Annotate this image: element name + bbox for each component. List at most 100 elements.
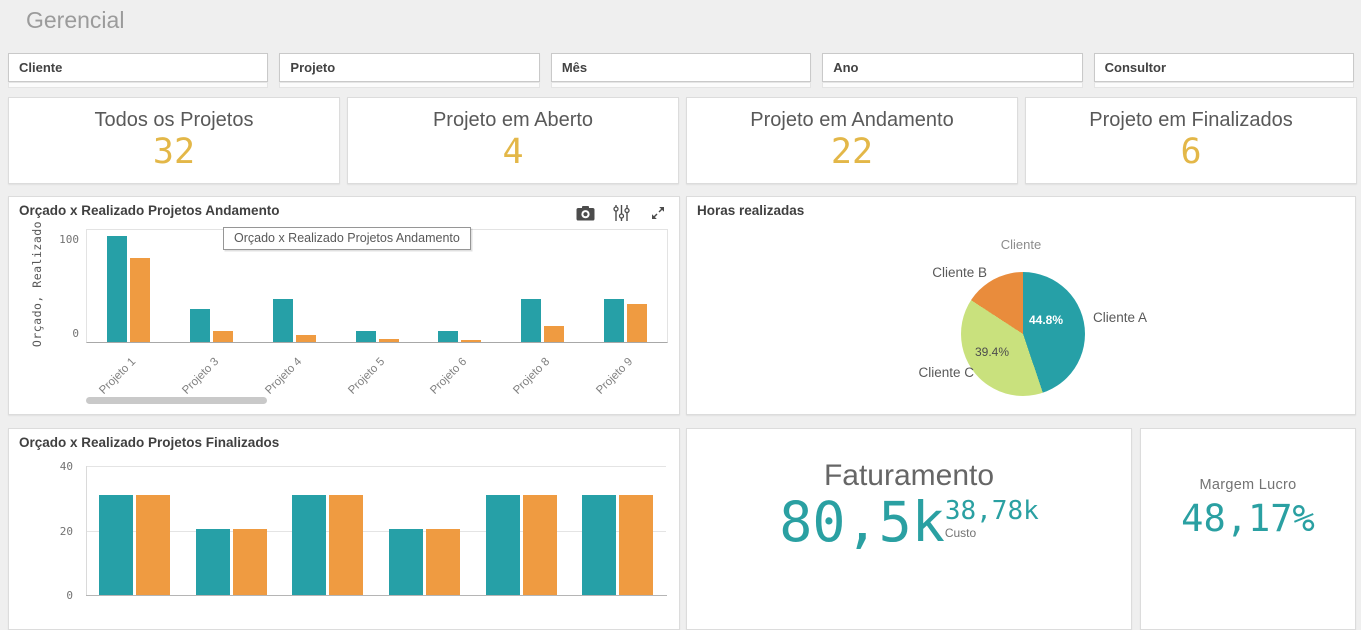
bar-orçado[interactable] [356, 331, 376, 342]
x-axis-labels: Projeto 1Projeto 3Projeto 4Projeto 5 Proj… [86, 345, 666, 401]
chart-tooltip: Orçado x Realizado Projetos Andamento [223, 227, 471, 250]
chart-title: Horas realizadas [697, 203, 804, 218]
pie-slice-label-cliente-c: Cliente C [687, 365, 974, 380]
bar-realizado[interactable] [461, 340, 481, 342]
y-tick-20: 20 [39, 525, 73, 538]
bar-realizado[interactable] [296, 335, 316, 342]
kpi-projeto-andamento: Projeto em Andamento 22 [686, 97, 1018, 184]
filter-mes[interactable]: Mês [551, 53, 811, 88]
filter-consultor[interactable]: Consultor [1094, 53, 1354, 88]
camera-icon[interactable] [576, 205, 595, 221]
kpi-label: Projeto em Aberto [433, 108, 593, 132]
y-tick-0: 0 [45, 327, 79, 340]
pie-slice-label-cliente-a: Cliente A [1093, 310, 1147, 325]
kpi-projeto-aberto: Projeto em Aberto 4 [347, 97, 679, 184]
filter-projeto[interactable]: Projeto [279, 53, 539, 88]
bar-orçado[interactable] [292, 495, 326, 595]
fullscreen-icon[interactable] [648, 205, 667, 221]
bar-orçado[interactable] [438, 331, 458, 342]
bar-realizado[interactable] [627, 304, 647, 342]
filter-cliente-label: Cliente [19, 60, 62, 75]
bar-group[interactable] [473, 460, 570, 595]
bar-realizado[interactable] [233, 529, 267, 595]
bar-group[interactable] [376, 460, 473, 595]
pie-percent-cliente-c: 39.4% [975, 345, 1009, 359]
kpi-value: 32 [153, 132, 195, 172]
kpi-value: 22 [831, 132, 873, 172]
bar-orçado[interactable] [582, 495, 616, 595]
bar-realizado[interactable] [329, 495, 363, 595]
kpi-value: 6 [1180, 132, 1201, 172]
kpi-label: Projeto em Finalizados [1089, 108, 1292, 132]
y-axis-title: Orçado, Realizado [30, 219, 44, 349]
bar-realizado[interactable] [130, 258, 150, 343]
filter-mes-label: Mês [562, 60, 587, 75]
bar-realizado[interactable] [136, 495, 170, 595]
bar-orçado[interactable] [604, 299, 624, 342]
x-axis-label: Projeto 9 [583, 345, 666, 401]
bar-orçado[interactable] [389, 529, 423, 595]
pie-chart[interactable] [961, 272, 1085, 396]
custo-value: 38,78k [945, 498, 1039, 524]
bar-group[interactable] [183, 460, 280, 595]
chart-title: Orçado x Realizado Projetos Finalizados [19, 435, 279, 450]
pie-panel-horas-realizadas: Horas realizadas Cliente Cliente B Clien… [686, 196, 1356, 415]
bar-realizado[interactable] [544, 326, 564, 342]
bar-group[interactable] [501, 230, 584, 342]
bar-realizado[interactable] [523, 495, 557, 595]
kpi-panel-faturamento: Faturamento 80,5k 38,78k Custo [686, 428, 1132, 630]
filter-ano-dropdown-edge [822, 83, 1082, 88]
bar-group[interactable] [87, 230, 170, 342]
page-title: Gerencial [26, 7, 124, 34]
y-tick-0: 0 [39, 589, 73, 602]
bar-group[interactable] [86, 460, 183, 595]
x-axis-label: Projeto 1 [86, 345, 169, 401]
filter-ano[interactable]: Ano [822, 53, 1082, 88]
bar-orçado[interactable] [273, 299, 293, 342]
filter-projeto-dropdown-edge [279, 83, 539, 88]
filter-projeto-label: Projeto [290, 60, 335, 75]
sliders-icon[interactable] [612, 205, 631, 221]
faturamento-value: 80,5k [779, 495, 945, 550]
bar-group[interactable] [279, 460, 376, 595]
filter-mes-dropdown-edge [551, 83, 811, 88]
kpi-todos-projetos: Todos os Projetos 32 [8, 97, 340, 184]
filter-cliente[interactable]: Cliente [8, 53, 268, 88]
x-axis-label: Projeto 5 [335, 345, 418, 401]
filter-cliente-dropdown-edge [8, 83, 268, 88]
x-axis-label: Projeto 3 [169, 345, 252, 401]
filter-consultor-dropdown-edge [1094, 83, 1354, 88]
bar-group[interactable] [569, 460, 666, 595]
margem-lucro-value: 48,17% [1181, 497, 1315, 540]
kpi-projeto-finalizados: Projeto em Finalizados 6 [1025, 97, 1357, 184]
bar-realizado[interactable] [213, 331, 233, 342]
y-tick-40: 40 [39, 460, 73, 473]
pie-percent-cliente-a: 44.8% [1029, 313, 1063, 327]
bar-orçado[interactable] [99, 495, 133, 595]
bar-orçado[interactable] [107, 236, 127, 342]
margem-lucro-title: Margem Lucro [1199, 477, 1296, 493]
x-axis-line [86, 595, 667, 596]
kpi-label: Todos os Projetos [95, 108, 254, 132]
chart-title: Orçado x Realizado Projetos Andamento [19, 203, 280, 218]
bar-orçado[interactable] [190, 309, 210, 342]
bar-orçado[interactable] [521, 299, 541, 342]
x-axis-label: Projeto 4 [252, 345, 335, 401]
bar-orçado[interactable] [196, 529, 230, 595]
bar-realizado[interactable] [619, 495, 653, 595]
y-tick-100: 100 [45, 233, 79, 246]
filter-ano-label: Ano [833, 60, 858, 75]
chart-panel-finalizados: Orçado x Realizado Projetos Finalizados … [8, 428, 680, 630]
bar-realizado[interactable] [379, 339, 399, 342]
kpi-row: Todos os Projetos 32 Projeto em Aberto 4… [8, 97, 1357, 184]
pie-dimension-label: Cliente [687, 237, 1355, 252]
horizontal-scrollbar[interactable] [86, 397, 267, 404]
bar-group[interactable] [584, 230, 667, 342]
bar-plot-area [86, 460, 666, 595]
filter-consultor-label: Consultor [1105, 60, 1166, 75]
bar-realizado[interactable] [426, 529, 460, 595]
kpi-value: 4 [502, 132, 523, 172]
chart-panel-andamento: Orçado x Realizado Projetos Andamento [8, 196, 680, 415]
kpi-panel-margem-lucro: Margem Lucro 48,17% [1140, 428, 1356, 630]
bar-orçado[interactable] [486, 495, 520, 595]
